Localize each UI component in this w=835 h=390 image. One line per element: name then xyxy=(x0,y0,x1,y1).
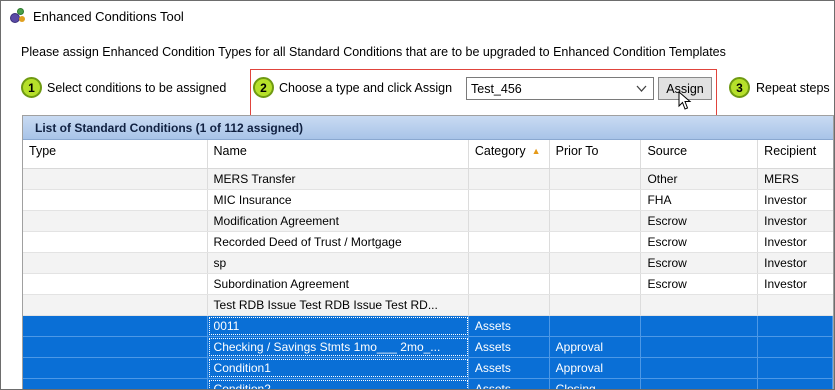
mouse-cursor-icon xyxy=(678,90,692,111)
row-recipient: Investor xyxy=(764,235,807,249)
row-name: Condition1 xyxy=(208,358,469,378)
table-row-selected[interactable]: Condition2 Assets Closing xyxy=(23,379,833,389)
row-prior-to: Closing xyxy=(550,379,642,389)
row-name: Subordination Agreement xyxy=(208,274,469,294)
row-prior-to: Approval xyxy=(550,358,642,378)
row-source: Escrow xyxy=(641,274,759,294)
column-header-category[interactable]: Category ▲ xyxy=(469,140,550,168)
row-category: Assets xyxy=(469,316,550,336)
row-name: MIC Insurance xyxy=(208,190,469,210)
table-row[interactable]: Subordination Agreement Escrow Investor xyxy=(23,274,833,295)
row-prior-to xyxy=(550,316,642,336)
table-row-selected[interactable]: Checking / Savings Stmts 1mo___ 2mo_... … xyxy=(23,337,833,358)
row-name: Recorded Deed of Trust / Mortgage xyxy=(208,232,469,252)
row-name: MERS Transfer xyxy=(208,169,469,189)
table-row-selected[interactable]: Condition1 Assets Approval xyxy=(23,358,833,379)
row-name: sp xyxy=(208,253,469,273)
title-bar: Enhanced Conditions Tool xyxy=(1,1,834,31)
row-source: FHA xyxy=(641,190,759,210)
table-row[interactable]: MIC Insurance FHA Investor xyxy=(23,190,833,211)
table-row[interactable]: Test RDB Issue Test RDB Issue Test RD... xyxy=(23,295,833,316)
row-name: Condition2 xyxy=(208,379,469,389)
row-name: Modification Agreement xyxy=(208,211,469,231)
row-recipient: Investor xyxy=(764,277,807,291)
column-header-prior-to[interactable]: Prior To xyxy=(550,140,642,168)
column-header-name[interactable]: Name xyxy=(208,140,469,168)
step-1-text: Select conditions to be assigned xyxy=(47,81,227,95)
type-select[interactable]: Test_456 xyxy=(466,77,654,100)
table-row[interactable]: Recorded Deed of Trust / Mortgage Escrow… xyxy=(23,232,833,253)
conditions-grid: List of Standard Conditions (1 of 112 as… xyxy=(22,115,834,389)
row-recipient: Investor xyxy=(764,256,807,270)
row-source: Escrow xyxy=(641,211,759,231)
step-1-badge: 1 xyxy=(21,77,42,98)
row-name: Test RDB Issue Test RDB Issue Test RD... xyxy=(208,295,469,315)
grid-title: List of Standard Conditions (1 of 112 as… xyxy=(23,116,833,140)
column-header-source[interactable]: Source xyxy=(641,140,759,168)
enhanced-conditions-window: Enhanced Conditions Tool Please assign E… xyxy=(0,0,835,390)
row-source: Escrow xyxy=(641,232,759,252)
table-row[interactable]: sp Escrow Investor xyxy=(23,253,833,274)
row-recipient: Investor xyxy=(764,193,807,207)
table-row[interactable]: MERS Transfer Other MERS xyxy=(23,169,833,190)
row-recipient xyxy=(758,295,833,315)
column-header-type[interactable]: Type xyxy=(23,140,208,168)
row-recipient: Investor xyxy=(764,214,807,228)
step-3-badge: 3 xyxy=(729,77,750,98)
row-category: Assets xyxy=(469,337,550,357)
row-name: Checking / Savings Stmts 1mo___ 2mo_... xyxy=(208,337,469,357)
row-prior-to: Approval xyxy=(550,337,642,357)
row-category: Assets xyxy=(469,379,550,389)
table-row-selected[interactable]: 0011 Assets xyxy=(23,316,833,337)
row-source xyxy=(641,295,759,315)
row-recipient: MERS xyxy=(764,172,799,186)
row-name: 0011 xyxy=(208,316,469,336)
column-header-recipient[interactable]: Recipient xyxy=(758,140,833,168)
type-select-value: Test_456 xyxy=(471,81,522,96)
row-category: Assets xyxy=(469,358,550,378)
chevron-down-icon xyxy=(636,81,647,98)
column-headers: Type Name Category ▲ Prior To Source Reci… xyxy=(23,140,833,169)
row-source: Escrow xyxy=(641,253,759,273)
instructions-text: Please assign Enhanced Condition Types f… xyxy=(21,45,726,59)
table-row[interactable]: Modification Agreement Escrow Investor xyxy=(23,211,833,232)
app-icon xyxy=(9,7,27,25)
sort-ascending-icon: ▲ xyxy=(531,146,541,156)
row-source: Other xyxy=(641,169,759,189)
window-title: Enhanced Conditions Tool xyxy=(33,8,184,24)
step-3-text: Repeat steps xyxy=(756,81,830,95)
